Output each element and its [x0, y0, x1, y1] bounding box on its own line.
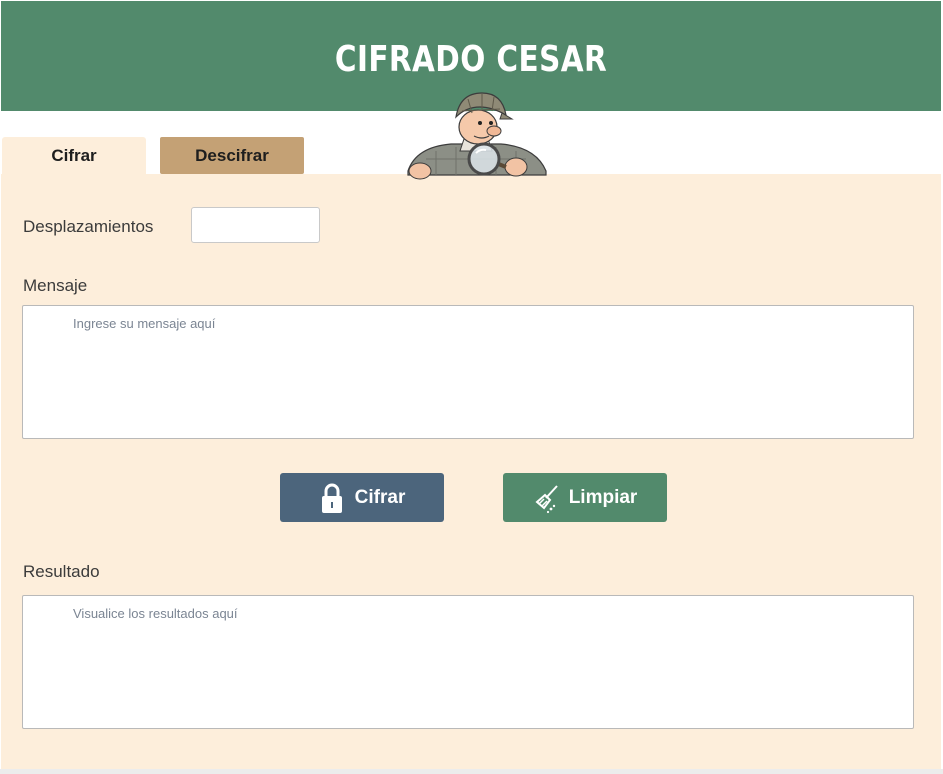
shift-label: Desplazamientos	[23, 217, 154, 236]
encrypt-button[interactable]: Cifrar	[280, 473, 444, 522]
message-textarea[interactable]	[22, 305, 914, 439]
clear-button-label: Limpiar	[568, 486, 638, 508]
clear-button[interactable]: Limpiar	[503, 473, 667, 522]
shift-input[interactable]	[191, 207, 320, 243]
lock-icon	[319, 482, 345, 514]
bottom-divider	[0, 769, 943, 774]
result-label: Resultado	[23, 562, 100, 581]
encrypt-button-label: Cifrar	[354, 486, 406, 508]
tab-descifrar[interactable]: Descifrar	[160, 137, 304, 174]
app-frame: CIFRADO CESAR Cifrar Descifrar Desplazam…	[0, 0, 943, 774]
detective-mascot-icon	[407, 92, 547, 180]
app-title: CIFRADO CESAR	[334, 39, 608, 80]
broom-icon	[533, 482, 559, 514]
tab-cifrar[interactable]: Cifrar	[2, 137, 146, 175]
message-label: Mensaje	[23, 276, 88, 295]
result-textarea[interactable]	[22, 595, 914, 729]
